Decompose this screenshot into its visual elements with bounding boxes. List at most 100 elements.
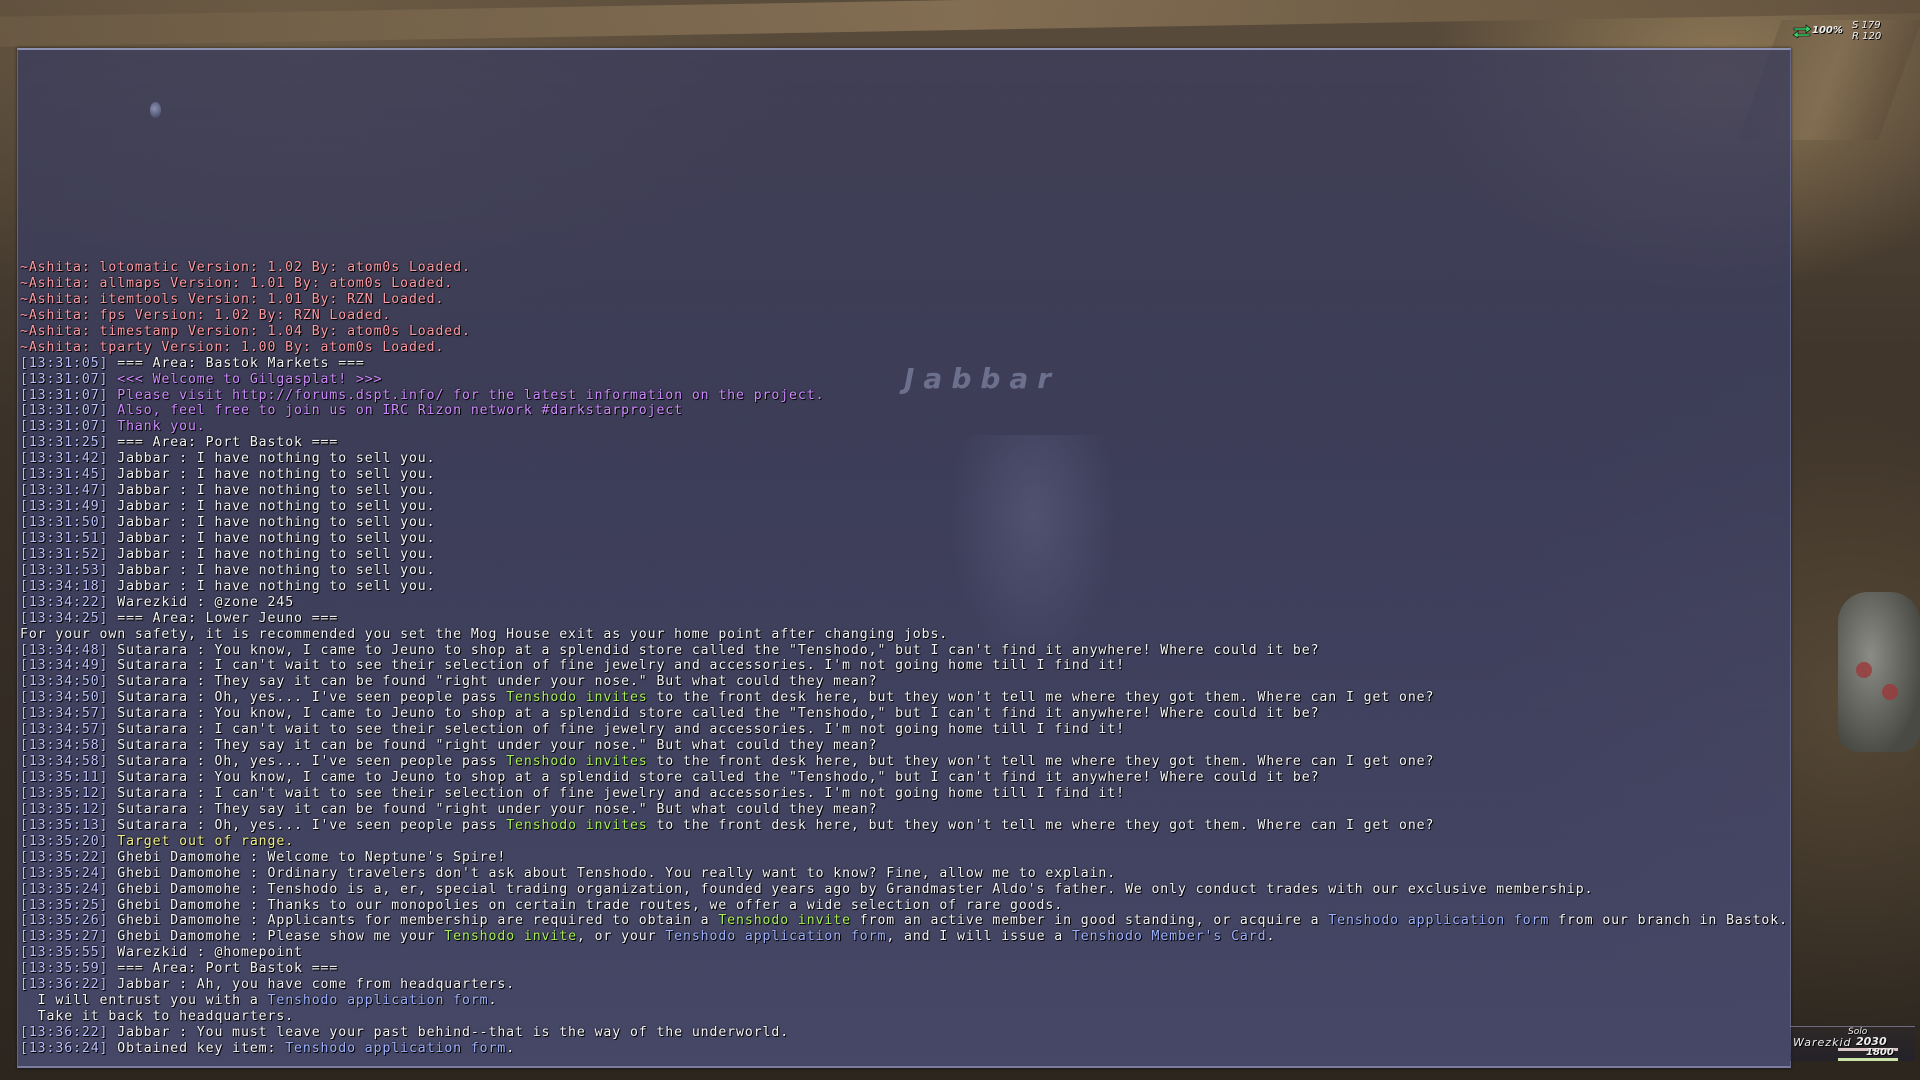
chat-text: Sutarara : You know, I came to Jeuno to … — [108, 706, 1320, 722]
chat-log: ~Ashita: lotomatic Version: 1.02 By: ato… — [20, 260, 1787, 1057]
item-link: Tenshodo application form — [1328, 913, 1550, 929]
chat-line: [13:36:22] Jabbar : You must leave your … — [20, 1025, 1780, 1041]
chat-timestamp: [13:34:58] — [20, 738, 109, 754]
chat-timestamp: [13:31:07] — [20, 403, 109, 419]
chat-line: [13:34:58] Sutarara : They say it can be… — [20, 738, 1780, 754]
chat-text: Jabbar : I have nothing to sell you. — [108, 530, 436, 546]
chat-text: Sutarara : They say it can be found "rig… — [108, 674, 878, 690]
chat-text: Ghebi Damomohe : Please show me your — [108, 929, 445, 945]
chat-timestamp: [13:34:50] — [20, 690, 109, 706]
chat-text: === Area: Lower Jeuno === — [108, 610, 339, 626]
chat-timestamp: [13:34:48] — [20, 642, 109, 658]
chat-line: [13:35:59] === Area: Port Bastok === — [20, 961, 1780, 977]
chat-line: [13:31:07] Also, feel free to join us on… — [20, 403, 1780, 419]
chat-text: I will entrust you with a — [20, 993, 268, 1009]
chat-text: from an active member in good standing, … — [850, 913, 1329, 929]
chat-text: ~Ashita: fps Version: 1.02 By: RZN Loade… — [20, 307, 392, 323]
item-link: Tenshodo Member's Card — [1071, 929, 1267, 945]
chat-text: Sutarara : Oh, yes... I've seen people p… — [108, 690, 507, 706]
status-r-value: R 120 — [1852, 31, 1882, 42]
chat-line: [13:35:12] Sutarara : I can't wait to se… — [20, 786, 1780, 802]
chat-timestamp: [13:35:27] — [20, 929, 109, 945]
chat-line: [13:34:50] Sutarara : Oh, yes... I've se… — [20, 690, 1780, 706]
chat-line: [13:34:49] Sutarara : I can't wait to se… — [20, 658, 1780, 674]
chat-text: Ghebi Damomohe : Ordinary travelers don'… — [108, 865, 1117, 881]
chat-text: For your own safety, it is recommended y… — [20, 626, 949, 642]
status-indicator: 100% S 179 R 120 — [1790, 20, 1910, 46]
party-list[interactable]: Solo Warezkid 2030 1800 — [1790, 1026, 1915, 1061]
chat-timestamp: [13:36:22] — [20, 1025, 109, 1040]
chat-text: Thank you. — [108, 419, 206, 435]
status-percent: 100% — [1812, 25, 1843, 36]
chat-text: Jabbar : I have nothing to sell you. — [108, 499, 436, 515]
chat-timestamp: [13:35:59] — [20, 961, 109, 977]
chat-line: [13:34:58] Sutarara : Oh, yes... I've se… — [20, 754, 1780, 770]
chat-text: Jabbar : Ah, you have come from headquar… — [108, 977, 516, 993]
chat-timestamp: [13:35:24] — [20, 881, 109, 897]
chat-timestamp: [13:35:55] — [20, 945, 109, 961]
item-link: Tenshodo invite — [444, 929, 577, 945]
chat-text: Sutarara : I can't wait to see their sel… — [108, 785, 1125, 801]
chat-text: to the front desk here, but they won't t… — [647, 817, 1435, 833]
chat-timestamp: [13:35:22] — [20, 849, 109, 865]
chat-text: Please visit http://forums.dspt.info/ fo… — [108, 387, 825, 403]
chat-timestamp: [13:36:24] — [20, 1040, 109, 1056]
chat-text: Sutarara : They say it can be found "rig… — [108, 738, 878, 754]
vase-pattern — [1856, 662, 1872, 678]
chat-text: ~Ashita: itemtools Version: 1.01 By: RZN… — [20, 291, 445, 307]
chat-text: Jabbar : I have nothing to sell you. — [108, 467, 436, 483]
chat-line: [13:31:53] Jabbar : I have nothing to se… — [20, 563, 1780, 579]
item-link: Tenshodo invites — [506, 690, 648, 706]
chat-line: [13:35:26] Ghebi Damomohe : Applicants f… — [20, 913, 1787, 929]
vase-decoration — [1838, 592, 1920, 752]
chat-text: . — [488, 993, 498, 1009]
window-orb-icon — [150, 102, 161, 118]
chat-text: Warezkid : @zone 245 — [108, 594, 295, 610]
chat-timestamp: [13:35:11] — [20, 770, 109, 785]
chat-line: [13:34:22] Warezkid : @zone 245 — [20, 595, 1780, 611]
chat-timestamp: [13:35:26] — [20, 913, 109, 929]
chat-text: ~Ashita: timestamp Version: 1.04 By: ato… — [20, 323, 471, 339]
chat-line: [13:31:45] Jabbar : I have nothing to se… — [20, 467, 1780, 483]
chat-timestamp: [13:35:12] — [20, 785, 109, 801]
chat-timestamp: [13:36:22] — [20, 977, 109, 993]
chat-line: [13:35:24] Ghebi Damomohe : Tenshodo is … — [20, 882, 1780, 898]
chat-timestamp: [13:31:25] — [20, 435, 109, 451]
chat-line: [13:31:25] === Area: Port Bastok === — [20, 435, 1780, 451]
chat-timestamp: [13:34:57] — [20, 722, 109, 738]
chat-text: Sutarara : You know, I came to Jeuno to … — [108, 642, 1320, 658]
chat-text: Sutarara : I can't wait to see their sel… — [108, 722, 1125, 738]
chat-line: [13:35:55] Warezkid : @homepoint — [20, 945, 1780, 961]
chat-timestamp: [13:34:18] — [20, 578, 109, 594]
chat-line: [13:34:50] Sutarara : They say it can be… — [20, 674, 1780, 690]
chat-timestamp: [13:31:52] — [20, 546, 109, 562]
chat-text: to the front desk here, but they won't t… — [647, 690, 1435, 706]
chat-text: . — [506, 1040, 516, 1056]
chat-line: I will entrust you with a Tenshodo appli… — [20, 993, 1780, 1009]
chat-text: Ghebi Damomohe : Applicants for membersh… — [108, 913, 719, 929]
chat-line: [13:35:22] Ghebi Damomohe : Welcome to N… — [20, 850, 1780, 866]
chat-line: [13:36:24] Obtained key item: Tenshodo a… — [20, 1041, 1780, 1057]
chat-timestamp: [13:34:22] — [20, 594, 109, 610]
chat-text: Jabbar : I have nothing to sell you. — [108, 515, 436, 530]
chat-text: , and I will issue a — [886, 929, 1072, 945]
chat-line: [13:36:22] Jabbar : Ah, you have come fr… — [20, 977, 1780, 993]
chat-line: ~Ashita: lotomatic Version: 1.02 By: ato… — [20, 260, 1780, 276]
chat-text: Jabbar : You must leave your past behind… — [108, 1025, 790, 1040]
chat-line: [13:34:18] Jabbar : I have nothing to se… — [20, 579, 1780, 595]
chat-text: Jabbar : I have nothing to sell you. — [108, 578, 436, 594]
item-link: Tenshodo invite — [718, 913, 851, 929]
chat-line: [13:31:49] Jabbar : I have nothing to se… — [20, 499, 1780, 515]
chat-text: Sutarara : I can't wait to see their sel… — [108, 658, 1125, 674]
chat-line: [13:31:07] Please visit http://forums.ds… — [20, 388, 1780, 404]
mp-bar — [1838, 1058, 1898, 1061]
chat-line: [13:31:42] Jabbar : I have nothing to se… — [20, 451, 1780, 467]
item-link: Tenshodo application form — [285, 1040, 507, 1056]
chat-text: ~Ashita: allmaps Version: 1.01 By: atom0… — [20, 275, 454, 291]
item-link: Tenshodo invites — [506, 754, 648, 770]
chat-line: [13:35:20] Target out of range. — [20, 834, 1780, 850]
chat-timestamp: [13:31:07] — [20, 371, 109, 387]
chat-line: [13:34:25] === Area: Lower Jeuno === — [20, 611, 1780, 627]
chat-text: Target out of range. — [108, 833, 295, 849]
chat-text: Ghebi Damomohe : Thanks to our monopolie… — [108, 897, 1064, 913]
